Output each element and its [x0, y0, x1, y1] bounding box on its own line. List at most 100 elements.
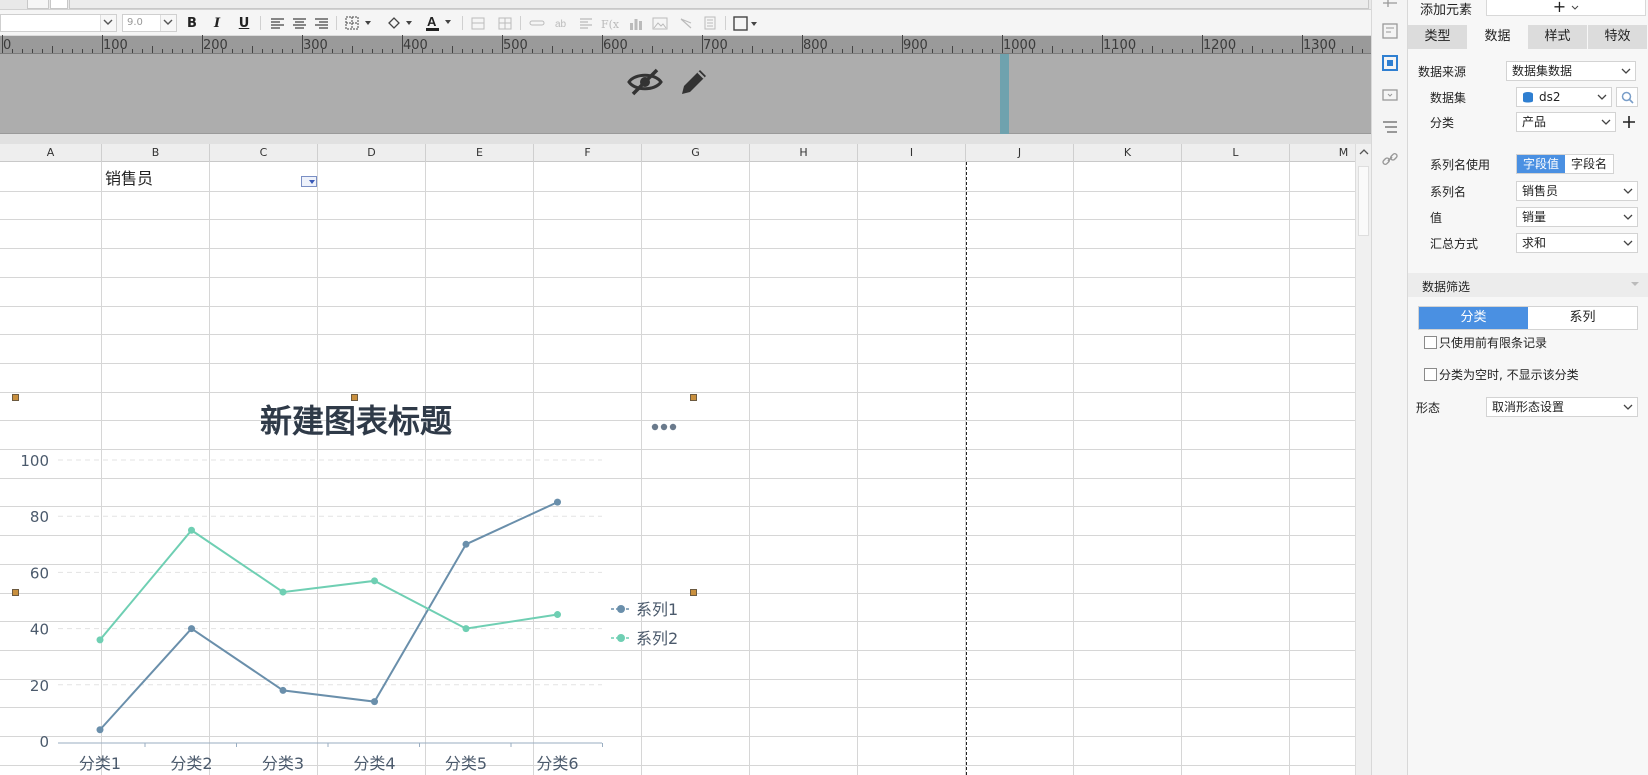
- align-left-icon[interactable]: [268, 13, 286, 33]
- grid-hline: [0, 248, 1355, 249]
- tab-type[interactable]: 类型: [1408, 25, 1468, 49]
- form-row: 形态 取消形态设置: [1408, 395, 1648, 417]
- rich-text-icon[interactable]: [576, 13, 596, 33]
- tab-fragment[interactable]: [27, 0, 49, 9]
- summary-select[interactable]: 求和: [1516, 233, 1638, 253]
- float-element-icon[interactable]: [732, 13, 762, 33]
- ruler-tick: [132, 49, 133, 53]
- column-header-k[interactable]: K: [1074, 144, 1182, 162]
- pencil-icon[interactable]: [678, 66, 710, 101]
- column-header-e[interactable]: E: [426, 144, 534, 162]
- font-size-select[interactable]: 9.0: [122, 14, 177, 32]
- dataset-select[interactable]: ds2: [1516, 87, 1612, 107]
- cell-b1[interactable]: 销售员: [105, 165, 153, 189]
- tab-data[interactable]: 数据: [1468, 25, 1528, 49]
- column-header-l[interactable]: L: [1182, 144, 1290, 162]
- data-source-select[interactable]: 数据集数据: [1506, 61, 1636, 81]
- italic-button[interactable]: I: [209, 13, 225, 33]
- svg-text:F(x): F(x): [601, 18, 619, 30]
- ruler-tick: [602, 35, 603, 53]
- hide-empty-category-checkbox[interactable]: [1424, 368, 1437, 381]
- add-element-button[interactable]: +: [1486, 0, 1646, 16]
- value-select[interactable]: 销量: [1516, 207, 1638, 227]
- widget-attr-icon[interactable]: [1381, 86, 1399, 104]
- ruler-tick: [572, 49, 573, 53]
- image-icon[interactable]: [650, 13, 670, 33]
- column-header-c[interactable]: C: [210, 144, 318, 162]
- resize-handle[interactable]: [12, 394, 19, 401]
- series-name-label: 系列名: [1430, 185, 1467, 199]
- ruler-tick: [102, 35, 103, 53]
- toolbar-divider: [336, 16, 337, 30]
- ruler-tick: [1052, 46, 1053, 53]
- column-header-j[interactable]: J: [966, 144, 1074, 162]
- column-header-i[interactable]: I: [858, 144, 966, 162]
- ruler-tick: [432, 49, 433, 53]
- ruler-label: 500: [503, 38, 528, 53]
- scrollbar-thumb[interactable]: [1358, 166, 1369, 236]
- align-right-icon[interactable]: [312, 13, 330, 33]
- column-header-a[interactable]: A: [0, 144, 102, 162]
- column-header-d[interactable]: D: [318, 144, 426, 162]
- ruler-tick: [612, 49, 613, 53]
- data-filter-header[interactable]: 数据筛选: [1408, 273, 1648, 297]
- filter-category-option[interactable]: 分类: [1419, 307, 1528, 329]
- tab-effects[interactable]: 特效: [1588, 25, 1648, 49]
- resize-handle[interactable]: [12, 589, 19, 596]
- dataset-preview-button[interactable]: [1616, 87, 1638, 107]
- ruler-tick: [472, 49, 473, 53]
- sub-report-icon[interactable]: [700, 13, 720, 33]
- formula-icon[interactable]: F(x): [600, 13, 620, 33]
- filter-series-option[interactable]: 系列: [1528, 307, 1637, 329]
- tab-fragment-active[interactable]: [50, 0, 68, 9]
- limit-records-checkbox[interactable]: [1424, 336, 1437, 349]
- slash-icon[interactable]: [676, 13, 696, 33]
- column-header-g[interactable]: G: [642, 144, 750, 162]
- ruler-tick: [922, 49, 923, 53]
- column-header-h[interactable]: H: [750, 144, 858, 162]
- column-header-f[interactable]: F: [534, 144, 642, 162]
- font-color-icon[interactable]: A: [424, 13, 456, 33]
- chart-icon[interactable]: [626, 13, 646, 33]
- fill-color-icon[interactable]: [385, 13, 417, 33]
- eye-hidden-icon[interactable]: [627, 66, 663, 101]
- bold-button[interactable]: B: [184, 13, 200, 33]
- field-name-option[interactable]: 字段名: [1565, 155, 1613, 173]
- panel-tabs: 类型 数据 样式 特效: [1408, 25, 1648, 49]
- font-name-select[interactable]: [0, 14, 117, 32]
- merge-cells-icon[interactable]: [469, 13, 487, 33]
- hyperlink-icon[interactable]: [1381, 150, 1399, 168]
- ruler-tick: [442, 49, 443, 53]
- chart-attr-icon[interactable]: [1381, 54, 1399, 72]
- band-marker[interactable]: [1000, 54, 1009, 134]
- link-cell-icon[interactable]: [527, 13, 547, 33]
- resize-handle[interactable]: [690, 589, 697, 596]
- category-select[interactable]: 产品: [1516, 112, 1616, 132]
- field-value-option[interactable]: 字段值: [1517, 155, 1566, 173]
- vertical-scrollbar[interactable]: [1355, 144, 1371, 775]
- tab-style[interactable]: 样式: [1528, 25, 1588, 49]
- series-name-select[interactable]: 销售员: [1516, 181, 1638, 201]
- border-icon[interactable]: [344, 13, 376, 33]
- hidden-header-band[interactable]: [0, 54, 1371, 134]
- tab-bar-rest: [69, 0, 1369, 9]
- resize-handle[interactable]: [351, 394, 358, 401]
- underline-button[interactable]: U: [236, 13, 252, 33]
- align-center-icon[interactable]: [290, 13, 308, 33]
- split-cells-icon[interactable]: [496, 13, 514, 33]
- form-select[interactable]: 取消形态设置: [1486, 397, 1638, 417]
- cell-element-icon[interactable]: [1381, 0, 1399, 12]
- resize-handle[interactable]: [690, 394, 697, 401]
- scroll-up-icon[interactable]: [1359, 148, 1369, 159]
- column-header-b[interactable]: B: [102, 144, 210, 162]
- cell-filter-icon[interactable]: [301, 176, 317, 187]
- ruler-tick: [1132, 49, 1133, 53]
- condition-attr-icon[interactable]: [1381, 118, 1399, 136]
- text-cell-icon[interactable]: ab: [552, 13, 572, 33]
- ruler-tick: [1082, 49, 1083, 53]
- add-category-button[interactable]: [1622, 112, 1638, 132]
- series-2-point: [188, 526, 195, 534]
- line-chart[interactable]: 新建图表标题 0 20 40 60 80 100 分类1 分类2 分类3 分类4 分类5 分类6 系列1 系…: [0, 392, 700, 775]
- ruler-tick: [322, 49, 323, 53]
- report-attr-icon[interactable]: [1381, 22, 1399, 40]
